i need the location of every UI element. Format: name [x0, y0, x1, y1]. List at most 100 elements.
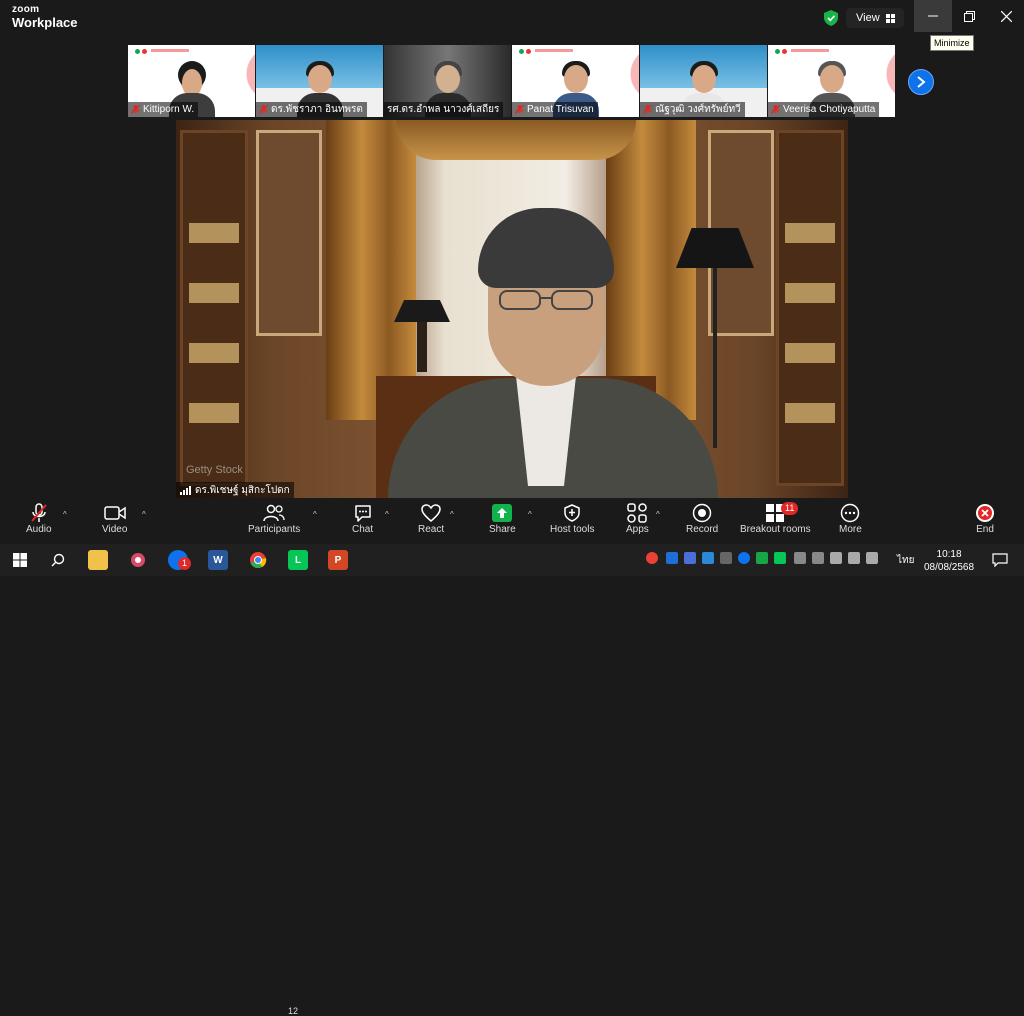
- view-button[interactable]: View: [846, 8, 904, 28]
- mic-muted-icon: [771, 104, 780, 114]
- tray-app-icon[interactable]: [702, 552, 714, 564]
- participant-thumbnail[interactable]: ณัฐวุฒิ วงศ์ทรัพย์ทวี: [640, 45, 767, 117]
- participant-thumbnail[interactable]: Kittiporn W.: [128, 45, 255, 117]
- minimize-button[interactable]: [914, 0, 952, 32]
- line-icon[interactable]: L: [288, 550, 308, 570]
- title-bar: zoom Workplace View: [0, 0, 1024, 36]
- zoom-logo: zoom Workplace: [12, 5, 78, 30]
- notifications-button[interactable]: [990, 550, 1010, 570]
- close-window-button[interactable]: [987, 0, 1024, 32]
- heart-icon: [421, 504, 441, 522]
- file-explorer-icon[interactable]: [88, 550, 108, 570]
- security-shield-icon[interactable]: [824, 10, 838, 26]
- share-options-caret[interactable]: ^: [528, 510, 532, 519]
- participant-name: Kittiporn W.: [143, 104, 195, 115]
- video-camera-icon: [103, 506, 126, 520]
- battery-icon[interactable]: [830, 552, 842, 564]
- wifi-icon[interactable]: [848, 552, 860, 564]
- video-button[interactable]: Video: [102, 502, 127, 535]
- participant-thumbnail[interactable]: Veerisa Chotiyaputta: [768, 45, 895, 117]
- more-button[interactable]: More: [839, 502, 862, 535]
- react-options-caret[interactable]: ^: [450, 510, 454, 519]
- speaker-figure: [388, 208, 718, 498]
- participant-nameplate: Kittiporn W.: [128, 102, 199, 117]
- participant-name: ณัฐวุฒิ วงศ์ทรัพย์ทวี: [655, 104, 741, 115]
- system-clock[interactable]: 10:18 08/08/2568: [924, 548, 974, 574]
- record-button[interactable]: Record: [686, 502, 718, 535]
- participants-options-caret[interactable]: ^: [313, 510, 317, 519]
- zoom-tray-icon[interactable]: [738, 552, 750, 564]
- chrome-icon[interactable]: [248, 550, 268, 570]
- audio-options-caret[interactable]: ^: [63, 510, 67, 519]
- share-label: Share: [489, 524, 516, 535]
- record-icon: [692, 503, 712, 523]
- tray-app-icon[interactable]: [756, 552, 768, 564]
- restore-button[interactable]: [950, 0, 988, 32]
- chat-options-caret[interactable]: ^: [385, 510, 389, 519]
- audio-button[interactable]: Audio: [26, 502, 52, 535]
- volume-icon[interactable]: [794, 552, 806, 564]
- line-tray-icon[interactable]: [774, 552, 786, 564]
- host-tools-label: Host tools: [550, 524, 595, 535]
- windows-start-button[interactable]: [10, 550, 30, 570]
- active-speaker-video[interactable]: Getty Stock ดร.พิเชษฐ์ มุสิกะโปดก: [176, 120, 848, 498]
- participants-icon: [263, 504, 285, 522]
- curtain-valance: [396, 120, 636, 160]
- chat-button[interactable]: Chat: [352, 502, 373, 535]
- video-label: Video: [102, 524, 128, 535]
- end-meeting-button[interactable]: End: [975, 502, 995, 535]
- pinned-app-icon[interactable]: [128, 550, 148, 570]
- record-label: Record: [686, 524, 719, 535]
- speaker-icon[interactable]: [866, 552, 878, 564]
- restore-icon: [963, 10, 975, 22]
- bluetooth-icon[interactable]: [666, 552, 678, 564]
- chat-icon: [354, 505, 371, 522]
- host-tools-button[interactable]: Host tools: [550, 502, 594, 535]
- powerpoint-icon[interactable]: P: [328, 550, 348, 570]
- audio-label: Audio: [26, 524, 52, 535]
- word-icon[interactable]: W: [208, 550, 228, 570]
- participants-count: 12: [288, 1006, 299, 1016]
- react-label: React: [418, 524, 445, 535]
- notification-icon: [992, 553, 1008, 567]
- tray-app-icon[interactable]: [720, 552, 732, 564]
- tray-app-icon[interactable]: [646, 552, 658, 564]
- next-page-button[interactable]: [908, 69, 934, 95]
- meeting-toolbar: Audio ^ Video ^ Participants 12 ^ Chat ^…: [0, 498, 1024, 1016]
- chevron-right-icon: [917, 76, 926, 88]
- logo-line2: Workplace: [12, 15, 78, 30]
- participant-thumbnail[interactable]: รศ.ดร.อำพล นาวงศ์เสถียร: [384, 45, 511, 117]
- participant-nameplate: ณัฐวุฒิ วงศ์ทรัพย์ทวี: [640, 102, 745, 117]
- wall-panel: [256, 130, 322, 336]
- speaker-nameplate: ดร.พิเชษฐ์ มุสิกะโปดก: [176, 482, 294, 498]
- bookshelf-right: [776, 130, 844, 486]
- language-indicator[interactable]: ไทย: [897, 553, 914, 568]
- mic-muted-icon: [643, 104, 652, 114]
- apps-button[interactable]: Apps: [626, 502, 649, 535]
- clock-date: 08/08/2568: [924, 562, 975, 573]
- participant-nameplate: รศ.ดร.อำพล นาวงศ์เสถียร: [384, 102, 504, 117]
- apps-options-caret[interactable]: ^: [656, 510, 660, 519]
- search-button[interactable]: [48, 550, 68, 570]
- shield-icon: [564, 504, 580, 522]
- video-options-caret[interactable]: ^: [142, 510, 146, 519]
- mic-muted-icon: [31, 503, 47, 522]
- breakout-badge: 11: [781, 502, 799, 515]
- more-label: More: [839, 524, 862, 535]
- participant-nameplate: Veerisa Chotiyaputta: [768, 102, 880, 117]
- share-screen-icon: [492, 504, 513, 522]
- minimize-icon: [928, 15, 938, 17]
- breakout-rooms-button[interactable]: Breakout rooms: [740, 502, 811, 535]
- end-label: End: [976, 524, 994, 535]
- apps-icon: [627, 503, 648, 523]
- react-button[interactable]: React: [418, 502, 444, 535]
- teams-icon[interactable]: [684, 552, 696, 564]
- share-button[interactable]: Share: [489, 502, 516, 535]
- participant-thumbnail[interactable]: ดร.พัชราภา อินทพรต: [256, 45, 383, 117]
- windows-icon: [13, 553, 27, 567]
- mic-muted-icon: [259, 104, 268, 114]
- participant-thumbnail[interactable]: Panat Trisuvan: [512, 45, 639, 117]
- participants-button[interactable]: Participants: [248, 502, 300, 535]
- participant-name: รศ.ดร.อำพล นาวงศ์เสถียร: [387, 104, 500, 115]
- tray-app-icon[interactable]: [812, 552, 824, 564]
